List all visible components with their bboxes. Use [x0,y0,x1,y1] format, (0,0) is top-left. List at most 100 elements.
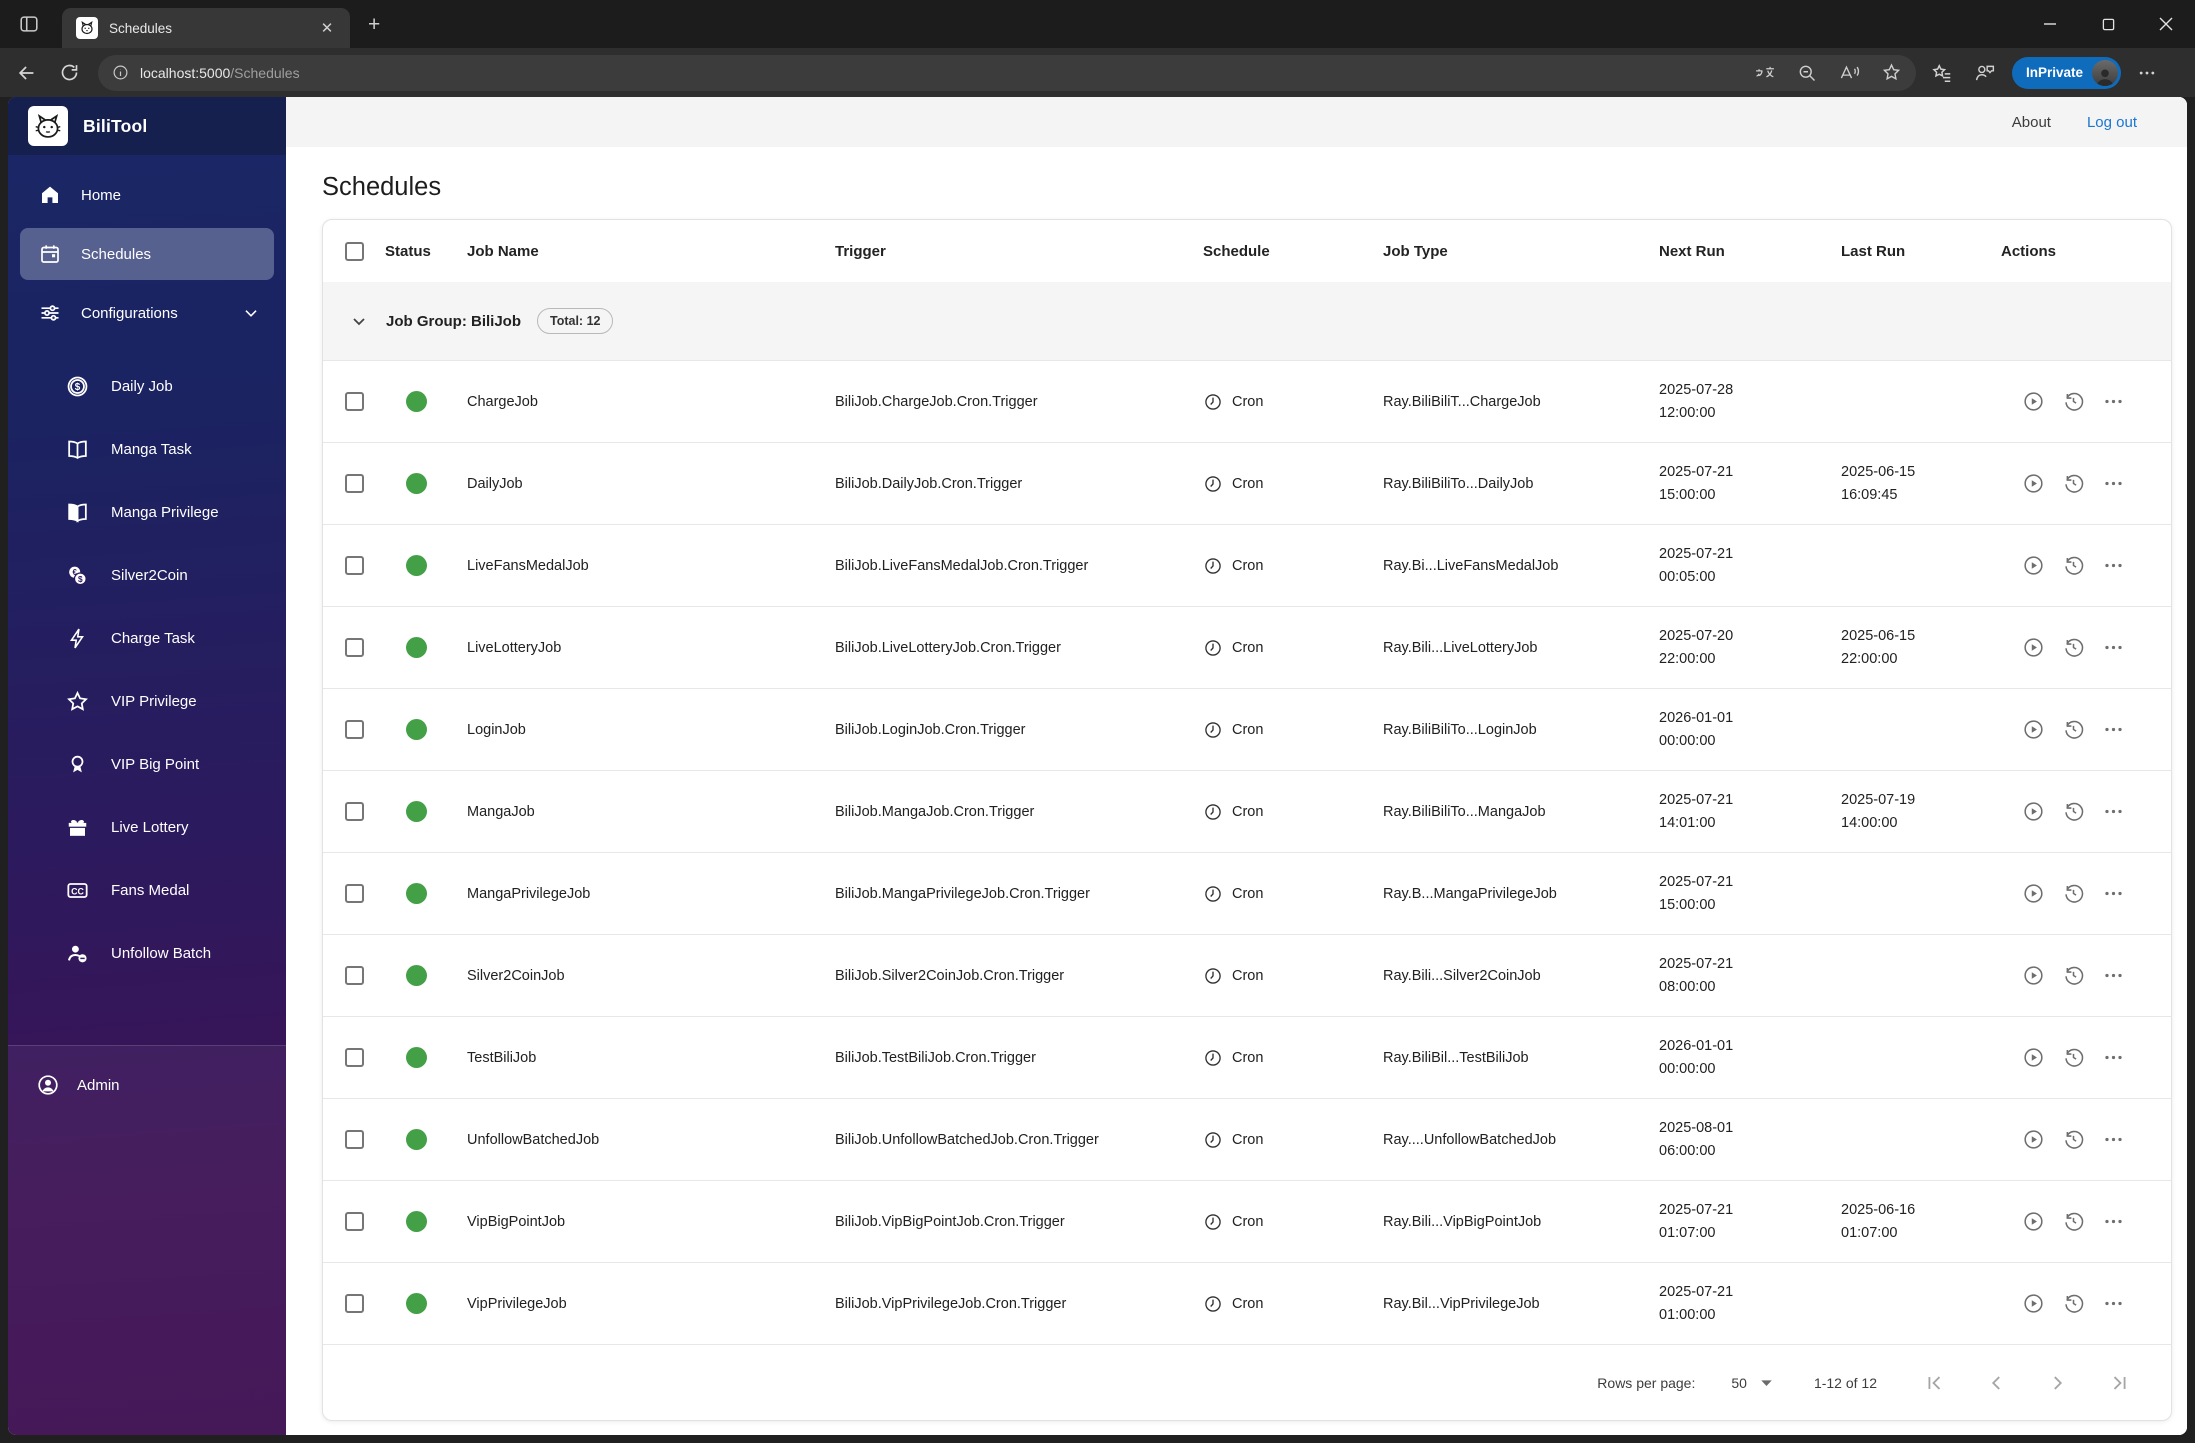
previous-page-icon[interactable] [1985,1372,2007,1394]
sidebar-item-schedules[interactable]: Schedules [20,228,274,280]
more-actions-button[interactable] [2102,1292,2125,1315]
more-actions-button[interactable] [2102,636,2125,659]
translate-icon[interactable] [1750,58,1780,88]
row-checkbox[interactable] [344,1048,364,1067]
logout-link[interactable]: Log out [2087,114,2137,131]
browser-essentials-icon[interactable] [1968,57,2000,89]
next-page-icon[interactable] [2047,1372,2069,1394]
job-history-button[interactable] [2062,882,2085,905]
row-checkbox[interactable] [344,638,364,657]
schedule-cell: Cron [1203,966,1383,986]
row-checkbox[interactable] [344,1130,364,1149]
column-schedule: Schedule [1203,242,1270,260]
sidebar-subitem[interactable]: Charge Task [8,607,286,670]
browser-tab-schedules[interactable]: Schedules ✕ [62,8,350,48]
sidebar-subitem[interactable]: $ Daily Job [8,355,286,418]
window-minimize-button[interactable] [2021,0,2079,48]
next-run-cell: 2025-07-21 01:07:00 [1659,1201,1734,1241]
row-checkbox[interactable] [344,802,364,821]
group-collapse-chevron-icon[interactable] [347,309,371,333]
more-actions-button[interactable] [2102,800,2125,823]
job-group-row[interactable]: Job Group: BiliJob Total: 12 [323,282,2171,360]
run-job-button[interactable] [2022,636,2045,659]
job-history-button[interactable] [2062,800,2085,823]
settings-more-icon[interactable] [2131,57,2163,89]
more-actions-button[interactable] [2102,1210,2125,1233]
job-history-button[interactable] [2062,1210,2085,1233]
job-history-button[interactable] [2062,718,2085,741]
refresh-icon[interactable] [54,58,84,88]
tab-close-icon[interactable]: ✕ [316,17,338,39]
job-history-button[interactable] [2062,1128,2085,1151]
last-page-icon[interactable] [2109,1372,2131,1394]
zoom-out-icon[interactable] [1792,58,1822,88]
more-actions-button[interactable] [2102,964,2125,987]
schedule-label: Cron [1232,1131,1264,1148]
more-actions-button[interactable] [2102,882,2125,905]
more-actions-button[interactable] [2102,554,2125,577]
first-page-icon[interactable] [1923,1372,1945,1394]
row-checkbox[interactable] [344,392,364,411]
job-name-cell: VipBigPointJob [467,1213,566,1230]
row-checkbox[interactable] [344,720,364,739]
row-checkbox[interactable] [344,556,364,575]
window-maximize-button[interactable] [2079,0,2137,48]
sidebar-subitem[interactable]: Manga Task [8,418,286,481]
run-job-button[interactable] [2022,1210,2045,1233]
more-actions-button[interactable] [2102,472,2125,495]
job-history-button[interactable] [2062,1292,2085,1315]
favorites-star-icon[interactable] [1876,58,1906,88]
sidebar-item-home[interactable]: Home [8,171,286,219]
row-checkbox[interactable] [344,474,364,493]
inprivate-profile-button[interactable]: InPrivate [2012,56,2122,89]
more-actions-button[interactable] [2102,1046,2125,1069]
more-actions-button[interactable] [2102,390,2125,413]
sidebar-subitem[interactable]: € $ Silver2Coin [8,544,286,607]
sidebar-item-configurations[interactable]: Configurations [8,289,286,337]
new-tab-button[interactable]: + [368,14,380,35]
row-checkbox[interactable] [344,884,364,903]
sidebar-subitem[interactable]: CC Fans Medal [8,859,286,922]
sidebar-subitem[interactable]: Manga Privilege [8,481,286,544]
row-checkbox[interactable] [344,966,364,985]
sidebar-subitem[interactable]: VIP Big Point [8,733,286,796]
site-info-icon[interactable] [112,64,129,81]
job-history-button[interactable] [2062,472,2085,495]
run-job-button[interactable] [2022,554,2045,577]
job-history-button[interactable] [2062,554,2085,577]
column-next-run: Next Run [1659,242,1725,260]
address-bar[interactable]: localhost:5000/Schedules [98,54,1916,91]
run-job-button[interactable] [2022,882,2045,905]
about-link[interactable]: About [2012,114,2051,131]
read-aloud-icon[interactable] [1834,58,1864,88]
run-job-button[interactable] [2022,718,2045,741]
more-actions-button[interactable] [2102,718,2125,741]
job-type-cell: Ray.B...MangaPrivilegeJob [1383,885,1557,902]
run-job-button[interactable] [2022,390,2045,413]
sidebar-subitem[interactable]: VIP Privilege [8,670,286,733]
run-job-button[interactable] [2022,964,2045,987]
run-job-button[interactable] [2022,1128,2045,1151]
sidebar-subitem[interactable]: Live Lottery [8,796,286,859]
run-job-button[interactable] [2022,1046,2045,1069]
row-checkbox[interactable] [344,1294,364,1313]
job-history-button[interactable] [2062,636,2085,659]
row-checkbox[interactable] [344,1212,364,1231]
job-history-button[interactable] [2062,390,2085,413]
select-all-checkbox[interactable] [344,241,364,261]
tab-workspaces-icon[interactable] [18,13,40,35]
rows-per-page-select[interactable]: 50 [1731,1375,1772,1391]
job-history-button[interactable] [2062,1046,2085,1069]
run-job-button[interactable] [2022,800,2045,823]
sidebar-item-admin[interactable]: Admin [8,1058,286,1112]
more-actions-button[interactable] [2102,1128,2125,1151]
window-close-button[interactable] [2137,0,2195,48]
job-history-button[interactable] [2062,964,2085,987]
clock-icon [1203,802,1223,822]
collections-icon[interactable] [1926,57,1958,89]
back-icon[interactable] [12,58,42,88]
job-name-cell: VipPrivilegeJob [467,1295,567,1312]
run-job-button[interactable] [2022,1292,2045,1315]
run-job-button[interactable] [2022,472,2045,495]
sidebar-subitem[interactable]: Unfollow Batch [8,922,286,985]
